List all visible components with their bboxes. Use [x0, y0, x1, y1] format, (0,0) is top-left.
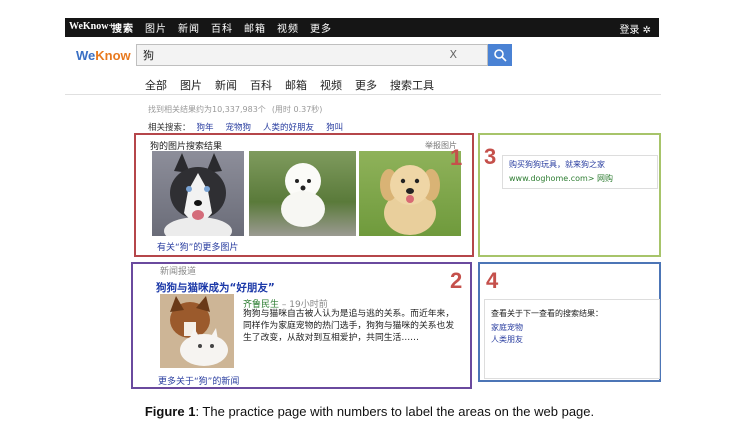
logo-know: Know	[95, 48, 131, 63]
weknow-logo[interactable]: WeKnow	[76, 48, 131, 63]
ad-url[interactable]: www.doghome.com> 网购	[509, 173, 613, 184]
figure-caption: Figure 1: The practice page with numbers…	[0, 404, 739, 419]
tab-more[interactable]: 更多	[355, 77, 377, 93]
related-results-header: 查看关于下一查看的搜索结果：	[491, 309, 603, 318]
related-link-4[interactable]: 狗叫	[326, 121, 343, 133]
related-label: 相关搜索：	[148, 123, 191, 133]
tab-search-tools[interactable]: 搜索工具	[390, 77, 434, 93]
logo-we: We	[76, 48, 96, 63]
news-snippet: 狗狗与猫咪自古被人认为是追与逃的关系。而近年来，同样作为家庭宠物的热门选手，狗狗…	[243, 309, 455, 343]
more-images-link[interactable]: 有关“狗”的更多图片	[157, 240, 238, 253]
search-box: X	[136, 44, 488, 66]
news-headline-link[interactable]: 狗狗与猫咪成为“好朋友”	[156, 280, 275, 295]
area-number-2: 2	[450, 268, 463, 293]
top-nav-encyclopedia[interactable]: 百科	[211, 20, 233, 35]
top-nav-more[interactable]: 更多	[310, 20, 332, 35]
top-navigation-bar: WeKnow+ 搜索 图片 新闻 百科 邮箱 视频 更多 登录 ✲	[65, 18, 659, 37]
search-tabs: 全部 图片 新闻 百科 邮箱 视频 更多 搜索工具	[145, 77, 447, 93]
result-stats: 找到相关结果约为10,337,983个 (用时 0.37秒)	[148, 104, 322, 115]
news-section-header: 新闻报道	[160, 267, 197, 277]
result-time: (用时 0.37秒)	[271, 105, 323, 114]
top-nav-search[interactable]: 搜索	[112, 20, 134, 35]
related-result-link-1[interactable]: 家庭宠物	[491, 322, 523, 333]
related-results-panel: 查看关于下一查看的搜索结果： 家庭宠物 人类朋友	[484, 299, 660, 379]
result-count: 找到相关结果约为10,337,983个	[148, 105, 266, 114]
related-link-2[interactable]: 宠物狗	[226, 121, 252, 133]
tab-mail[interactable]: 邮箱	[285, 77, 307, 93]
husky-image[interactable]	[152, 151, 244, 236]
more-news-link[interactable]: 更多关于“狗”的新闻	[158, 374, 239, 387]
search-input[interactable]	[143, 46, 433, 64]
top-nav-images[interactable]: 图片	[145, 20, 167, 35]
search-icon	[494, 49, 507, 62]
related-searches: 相关搜索： 狗年 宠物狗 人类的好朋友 狗叫	[148, 121, 355, 133]
brand-link[interactable]: WeKnow+	[69, 21, 114, 32]
dog-and-cat-image[interactable]	[160, 294, 234, 368]
ad-headline[interactable]: 购买狗狗玩具，就来狗之家	[509, 159, 605, 170]
top-nav-mail[interactable]: 邮箱	[244, 20, 266, 35]
ad-block[interactable]: 购买狗狗玩具，就来狗之家 www.doghome.com> 网购	[502, 155, 658, 189]
figure-label: Figure 1	[144, 404, 196, 419]
top-nav-video[interactable]: 视频	[277, 20, 299, 35]
clear-search-icon[interactable]: X	[449, 48, 457, 61]
tab-encyclopedia[interactable]: 百科	[250, 77, 272, 93]
golden-puppy-image[interactable]	[359, 151, 461, 236]
divider	[65, 94, 661, 95]
area-number-3: 3	[484, 144, 497, 169]
tab-news[interactable]: 新闻	[215, 77, 237, 93]
related-result-link-2[interactable]: 人类朋友	[491, 334, 523, 345]
area-3-advertisement	[478, 133, 661, 257]
top-nav-menu: 搜索 图片 新闻 百科 邮箱 视频 更多	[112, 20, 343, 35]
tab-images[interactable]: 图片	[180, 77, 202, 93]
related-link-3[interactable]: 人类的好朋友	[263, 121, 314, 133]
login-link[interactable]: 登录 ✲	[619, 21, 651, 36]
tab-video[interactable]: 视频	[320, 77, 342, 93]
tab-all[interactable]: 全部	[145, 77, 167, 93]
area-number-4: 4	[486, 268, 499, 293]
figure-caption-text: : The practice page with numbers to labe…	[195, 404, 595, 419]
search-button[interactable]	[488, 44, 512, 66]
bichon-image[interactable]	[249, 151, 356, 236]
related-link-1[interactable]: 狗年	[197, 121, 214, 133]
area-number-1: 1	[450, 145, 463, 170]
top-nav-news[interactable]: 新闻	[178, 20, 200, 35]
